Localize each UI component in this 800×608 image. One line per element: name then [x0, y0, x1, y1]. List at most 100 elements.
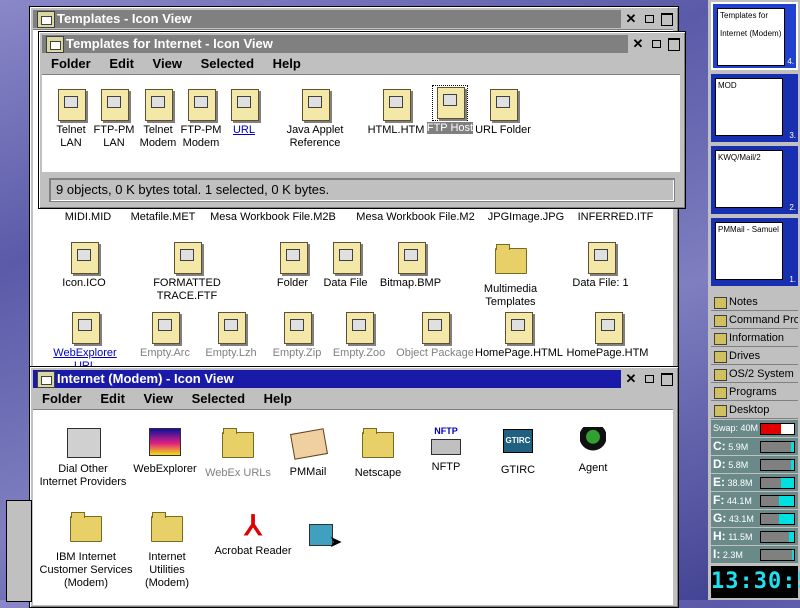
launcher-command-prompts[interactable]: Command Prom — [711, 312, 798, 329]
virtual-desktop-2[interactable]: KWQ/Mail/2 2. — [711, 146, 798, 214]
icon-label: FTP-PM LAN — [93, 124, 135, 149]
template-empty-arc[interactable]: Empty.Arc — [135, 312, 195, 360]
menu-selected[interactable]: Selected — [201, 56, 254, 71]
maximize-button[interactable] — [659, 371, 675, 387]
virtual-desktop-4[interactable]: Templates for Internet (Modem) 4. — [711, 2, 798, 70]
gtirc-badge: GTIRC — [503, 429, 533, 453]
template-url-folder[interactable]: URL Folder — [474, 89, 532, 137]
template-multimedia[interactable]: Multimedia Templates — [458, 242, 563, 309]
template-jpg[interactable]: JPGImage.JPG — [481, 211, 571, 224]
virtual-desktop-1[interactable]: PMMail - Samuel 1. — [711, 218, 798, 286]
drive-bar — [760, 549, 795, 561]
template-ftppm-modem[interactable]: FTP-PM Modem — [179, 89, 223, 150]
close-button[interactable]: ✕ — [630, 36, 646, 52]
template-icon — [284, 312, 312, 344]
nftp[interactable]: NFTP NFTP — [421, 426, 471, 474]
templates-titlebar[interactable]: Templates - Icon View — [33, 10, 675, 28]
icon-label: URL Folder — [475, 124, 531, 136]
icon-label: Empty.Zip — [272, 347, 322, 359]
template-empty-zoo[interactable]: Empty.Zoo — [329, 312, 389, 360]
minimize-button[interactable] — [641, 371, 657, 387]
webex-urls[interactable]: WebEx URLs — [203, 426, 273, 480]
menu-edit[interactable]: Edit — [109, 56, 134, 71]
template-bitmap[interactable]: Bitmap.BMP — [378, 242, 443, 290]
template-java-applet[interactable]: Java Applet Reference — [264, 89, 366, 150]
menu-selected[interactable]: Selected — [192, 391, 245, 406]
template-data-file-1[interactable]: Data File: 1 — [568, 242, 633, 290]
netscape[interactable]: Netscape — [348, 426, 408, 480]
status-text: 9 objects, 0 K bytes total. 1 selected, … — [56, 182, 330, 197]
menu-folder[interactable]: Folder — [51, 56, 91, 71]
minimize-button[interactable] — [641, 11, 657, 27]
launcher-information[interactable]: Information — [711, 330, 798, 347]
template-homepage-html[interactable]: HomePage.HTML — [475, 312, 563, 360]
drive-free: 11.5M — [728, 532, 753, 542]
template-ftppm-lan[interactable]: FTP-PM LAN — [92, 89, 136, 150]
template-telnet-lan[interactable]: Telnet LAN — [52, 89, 90, 150]
icon-label: JPGImage.JPG — [487, 211, 565, 223]
template-empty-zip[interactable]: Empty.Zip — [267, 312, 327, 360]
templates-internet-titlebar[interactable]: Templates for Internet - Icon View — [42, 35, 682, 53]
launcher-notes[interactable]: Notes — [711, 294, 798, 311]
template-formatted-trace[interactable]: FORMATTED TRACE.FTF — [123, 242, 251, 303]
virtual-desktop-3[interactable]: MOD 3. — [711, 74, 798, 142]
maximize-button[interactable] — [666, 36, 682, 52]
desktop-label: KWQ/Mail/2 — [718, 153, 761, 162]
system-menu-icon[interactable] — [37, 11, 55, 28]
system-menu-icon[interactable] — [46, 36, 64, 53]
template-object-package[interactable]: Object Package — [395, 312, 475, 360]
template-icon — [231, 89, 259, 121]
template-midi[interactable]: MIDI.MID — [53, 211, 123, 224]
launcher-desktop[interactable]: Desktop — [711, 402, 798, 419]
template-icon — [422, 312, 450, 344]
mouse-pointer-icon: ➤ — [329, 534, 343, 551]
drive-bar-fill — [761, 478, 781, 488]
maximize-button[interactable] — [659, 11, 675, 27]
launcher-os2-system[interactable]: OS/2 System — [711, 366, 798, 383]
gtirc[interactable]: GTIRC GTIRC — [493, 426, 543, 477]
templates-internet-window[interactable]: Templates for Internet - Icon View ✕ Fol… — [38, 31, 686, 209]
template-telnet-modem[interactable]: Telnet Modem — [138, 89, 178, 150]
template-homepage-htm[interactable]: HomePage.HTM — [565, 312, 650, 360]
menu-view[interactable]: View — [153, 56, 182, 71]
launcher-drives[interactable]: Drives — [711, 348, 798, 365]
internet-utilities[interactable]: Internet Utilities (Modem) — [131, 510, 203, 590]
webexplorer[interactable]: WebExplorer — [130, 426, 200, 476]
drive-bar-fill — [761, 532, 790, 542]
menu-help[interactable]: Help — [264, 391, 292, 406]
acrobat-reader[interactable]: ⅄ Acrobat Reader — [213, 510, 293, 558]
template-inferred[interactable]: INFERRED.ITF — [573, 211, 658, 224]
partial-window-left[interactable] — [6, 500, 32, 602]
close-button[interactable]: ✕ — [623, 371, 639, 387]
template-mesa-m2[interactable]: Mesa Workbook File.M2 — [353, 211, 478, 224]
drive-bar-fill — [761, 550, 793, 560]
pmmail[interactable]: PMMail — [278, 426, 338, 479]
template-webexplorer-url[interactable]: WebExplorer URL — [41, 312, 129, 373]
template-data-file[interactable]: Data File — [318, 242, 373, 290]
launcher-programs[interactable]: Programs — [711, 384, 798, 401]
ibm-customer-services[interactable]: IBM Internet Customer Services (Modem) — [39, 510, 133, 590]
close-button[interactable]: ✕ — [623, 11, 639, 27]
folder-icon — [151, 512, 183, 542]
agent[interactable]: Agent — [568, 426, 618, 475]
template-empty-lzh[interactable]: Empty.Lzh — [201, 312, 261, 360]
internet-modem-titlebar[interactable]: Internet (Modem) - Icon View — [33, 370, 628, 388]
menu-edit[interactable]: Edit — [100, 391, 125, 406]
template-folder[interactable]: Folder — [265, 242, 320, 290]
menu-help[interactable]: Help — [273, 56, 301, 71]
desktop-number: 1. — [789, 275, 796, 284]
template-ftp-host[interactable]: FTP Host — [425, 85, 475, 135]
template-url[interactable]: URL — [224, 89, 264, 137]
dial-other-providers[interactable]: Dial Other Internet Providers — [39, 426, 127, 489]
menu-view[interactable]: View — [144, 391, 173, 406]
menu-folder[interactable]: Folder — [42, 391, 82, 406]
template-html-htm[interactable]: HTML.HTM — [367, 89, 425, 137]
internet-modem-window[interactable]: Internet (Modem) - Icon View ✕ Folder Ed… — [29, 366, 679, 608]
drive-f-meter: F: 44.1M — [711, 492, 798, 509]
template-mesa-m2b[interactable]: Mesa Workbook File.M2B — [208, 211, 338, 224]
template-icon-ico[interactable]: Icon.ICO — [53, 242, 115, 290]
icon-label: Telnet LAN — [56, 124, 86, 149]
minimize-button[interactable] — [648, 36, 664, 52]
system-menu-icon[interactable] — [37, 371, 55, 388]
template-metafile[interactable]: Metafile.MET — [123, 211, 203, 224]
